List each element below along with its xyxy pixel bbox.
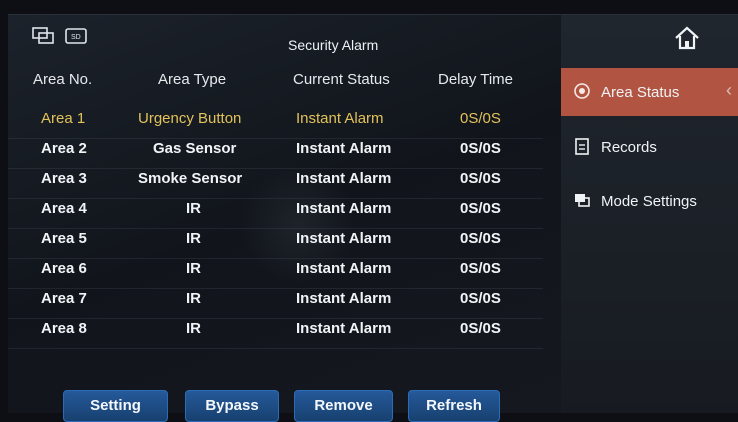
row-type: IR: [186, 200, 201, 217]
sidebar-item-label: Records: [601, 139, 657, 156]
sidebar: Area Status ‹ Records Mode Settings: [561, 15, 738, 413]
row-status: Instant Alarm: [296, 110, 384, 127]
row-status: Instant Alarm: [296, 200, 392, 217]
row-status: Instant Alarm: [296, 230, 392, 247]
row-delay: 0S/0S: [460, 290, 501, 307]
top-bar: SD Security Alarm: [8, 15, 558, 59]
row-status: Instant Alarm: [296, 140, 392, 157]
remove-button[interactable]: Remove: [294, 390, 393, 422]
sidebar-item-mode-settings[interactable]: Mode Settings: [561, 177, 738, 225]
table-header: Area No. Area Type Current Status Delay …: [8, 71, 558, 91]
row-delay: 0S/0S: [460, 110, 501, 127]
table-row[interactable]: Area 2 Gas Sensor Instant Alarm 0S/0S: [8, 138, 543, 169]
column-area-type: Area Type: [158, 71, 227, 88]
page-title: Security Alarm: [288, 37, 379, 53]
sidebar-item-area-status[interactable]: Area Status ‹: [561, 68, 738, 116]
row-delay: 0S/0S: [460, 170, 501, 187]
row-status: Instant Alarm: [296, 290, 392, 307]
row-delay: 0S/0S: [460, 230, 501, 247]
setting-button[interactable]: Setting: [63, 390, 168, 422]
row-delay: 0S/0S: [460, 200, 501, 217]
home-icon[interactable]: [673, 25, 701, 51]
table-row[interactable]: Area 1 Urgency Button Instant Alarm 0S/0…: [8, 108, 543, 139]
row-type: IR: [186, 260, 201, 277]
table-row[interactable]: Area 7 IR Instant Alarm 0S/0S: [8, 288, 543, 319]
row-status: Instant Alarm: [296, 320, 392, 337]
row-area: Area 5: [41, 230, 87, 247]
row-delay: 0S/0S: [460, 260, 501, 277]
row-delay: 0S/0S: [460, 140, 501, 157]
column-current-status: Current Status: [293, 71, 390, 88]
row-area: Area 6: [41, 260, 87, 277]
row-type: Smoke Sensor: [138, 170, 243, 187]
table-row[interactable]: Area 6 IR Instant Alarm 0S/0S: [8, 258, 543, 289]
row-area: Area 2: [41, 140, 87, 157]
column-area-no: Area No.: [33, 71, 93, 88]
bypass-button[interactable]: Bypass: [185, 390, 279, 422]
area-status-icon: [574, 83, 590, 99]
table-row[interactable]: Area 8 IR Instant Alarm 0S/0S: [8, 318, 543, 349]
table-row[interactable]: Area 5 IR Instant Alarm 0S/0S: [8, 228, 543, 259]
sidebar-item-label: Area Status: [601, 84, 680, 101]
table-row[interactable]: Area 3 Smoke Sensor Instant Alarm 0S/0S: [8, 168, 543, 199]
row-area: Area 3: [41, 170, 87, 187]
row-status: Instant Alarm: [296, 170, 392, 187]
sidebar-item-records[interactable]: Records: [561, 123, 738, 171]
row-type: IR: [186, 290, 201, 307]
monitor-icon[interactable]: [32, 27, 56, 45]
row-area: Area 4: [41, 200, 87, 217]
row-type: IR: [186, 320, 201, 337]
column-delay-time: Delay Time: [438, 71, 514, 88]
device-screen: SD Security Alarm Area No. Area Type Cur…: [8, 14, 738, 422]
row-status: Instant Alarm: [296, 260, 392, 277]
table-row[interactable]: Area 4 IR Instant Alarm 0S/0S: [8, 198, 543, 229]
row-type: Urgency Button: [138, 110, 242, 127]
row-area: Area 7: [41, 290, 87, 307]
mode-settings-icon: [575, 194, 590, 207]
chevron-left-icon: ‹: [726, 80, 732, 100]
records-icon: [575, 138, 589, 155]
refresh-button[interactable]: Refresh: [408, 390, 500, 422]
row-type: Gas Sensor: [153, 140, 237, 157]
row-area: Area 8: [41, 320, 87, 337]
row-delay: 0S/0S: [460, 320, 501, 337]
sd-card-icon[interactable]: SD: [64, 27, 88, 45]
svg-text:SD: SD: [71, 34, 81, 41]
row-type: IR: [186, 230, 201, 247]
sidebar-item-label: Mode Settings: [601, 193, 697, 210]
row-area: Area 1: [41, 110, 86, 127]
